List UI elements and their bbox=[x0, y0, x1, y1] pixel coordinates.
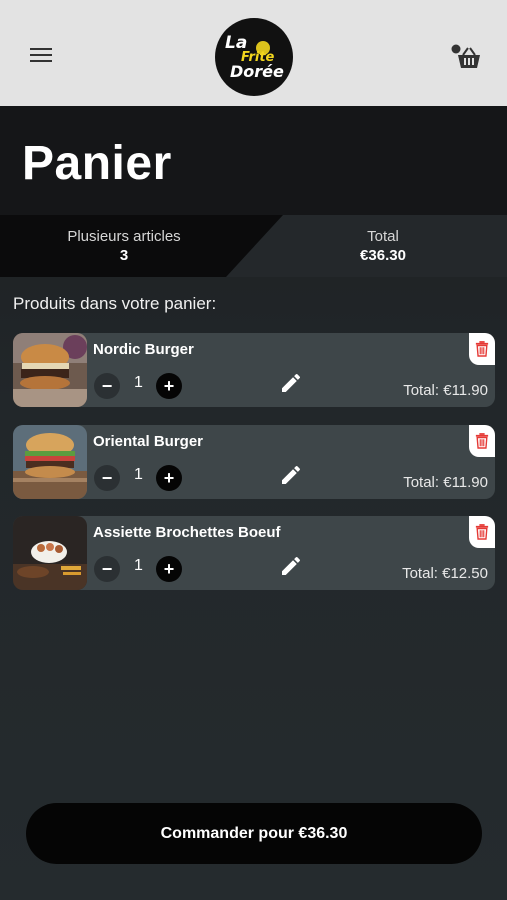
page-heading-area: Panier bbox=[0, 106, 507, 216]
cart-item: Nordic Burger − 1 + Total: €11.90 bbox=[13, 333, 495, 407]
brand-logo[interactable]: La Frite Dorée bbox=[215, 18, 293, 96]
trash-icon bbox=[475, 341, 489, 357]
product-name: Oriental Burger bbox=[93, 433, 204, 450]
total-label: Total bbox=[367, 228, 399, 245]
cart-item: Oriental Burger − 1 + Total: €11.90 bbox=[13, 425, 495, 499]
checkout-button[interactable]: Commander pour €36.30 bbox=[26, 803, 482, 864]
svg-text:Dorée: Dorée bbox=[230, 62, 284, 81]
product-image bbox=[13, 516, 87, 590]
cart-section-label: Produits dans votre panier: bbox=[13, 294, 217, 313]
cart-summary: Plusieurs articles 3 Total €36.30 bbox=[0, 215, 507, 277]
product-name: Assiette Brochettes Boeuf bbox=[93, 524, 281, 541]
item-total: Total: €12.50 bbox=[402, 565, 488, 582]
item-total: Total: €11.90 bbox=[403, 474, 488, 491]
product-image bbox=[13, 425, 87, 499]
edit-icon[interactable] bbox=[279, 463, 303, 487]
articles-label: Plusieurs articles bbox=[67, 228, 181, 245]
decrease-quantity-button[interactable]: − bbox=[94, 556, 120, 582]
basket-icon[interactable] bbox=[450, 42, 484, 72]
quantity-value: 1 bbox=[134, 374, 143, 391]
increase-quantity-button[interactable]: + bbox=[156, 373, 182, 399]
total-value: €36.30 bbox=[360, 247, 406, 264]
product-image bbox=[13, 333, 87, 407]
quantity-value: 1 bbox=[134, 557, 143, 574]
decrease-quantity-button[interactable]: − bbox=[94, 465, 120, 491]
total-summary: Total €36.30 bbox=[283, 228, 483, 264]
remove-item-button[interactable] bbox=[469, 516, 495, 548]
articles-count: 3 bbox=[119, 247, 129, 264]
increase-quantity-button[interactable]: + bbox=[156, 465, 182, 491]
edit-icon[interactable] bbox=[279, 554, 303, 578]
remove-item-button[interactable] bbox=[469, 425, 495, 457]
cart-item: Assiette Brochettes Boeuf − 1 + Total: €… bbox=[13, 516, 495, 590]
articles-summary: Plusieurs articles 3 bbox=[20, 228, 228, 264]
item-total: Total: €11.90 bbox=[403, 382, 488, 399]
page-title: Panier bbox=[22, 137, 172, 190]
trash-icon bbox=[475, 524, 489, 540]
decrease-quantity-button[interactable]: − bbox=[94, 373, 120, 399]
product-name: Nordic Burger bbox=[93, 341, 194, 358]
top-bar: La Frite Dorée bbox=[0, 0, 507, 106]
trash-icon bbox=[475, 433, 489, 449]
menu-icon[interactable] bbox=[30, 48, 52, 64]
remove-item-button[interactable] bbox=[469, 333, 495, 365]
edit-icon[interactable] bbox=[279, 371, 303, 395]
quantity-value: 1 bbox=[134, 466, 143, 483]
increase-quantity-button[interactable]: + bbox=[156, 556, 182, 582]
